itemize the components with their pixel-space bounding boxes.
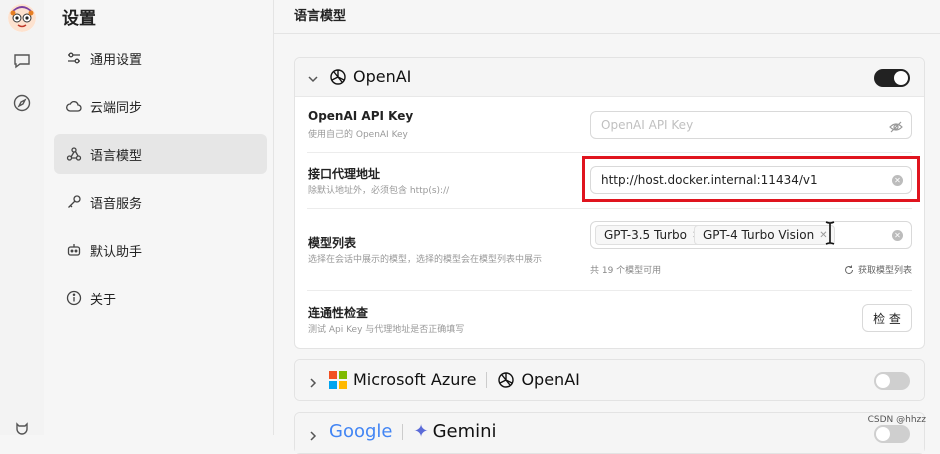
chevron-right-icon[interactable] [307,427,319,441]
divider [274,33,940,34]
model-tag[interactable]: GPT-4 Turbo Vision ✕ [694,225,835,245]
model-tag-label: GPT-3.5 Turbo [604,228,687,242]
sidebar-item-label: 默认助手 [90,244,143,260]
sidebar-item-cloud-sync[interactable]: 云端同步 [54,86,267,126]
cloud-icon [66,98,82,114]
model-tag-label: GPT-4 Turbo Vision [703,228,815,242]
model-list-label: 模型列表 [308,236,357,250]
proxy-label: 接口代理地址 [308,167,381,181]
api-key-input[interactable]: OpenAI API Key [590,111,912,139]
fetch-models-label: 获取模型列表 [857,266,912,276]
api-key-desc: 使用自己的 OpenAI Key [308,130,408,140]
page-title: 语言模型 [294,9,347,24]
watermark: CSDN @hhzz [867,415,926,425]
connectivity-label: 连通性检查 [308,306,369,320]
connectivity-desc: 测试 Api Key 与代理地址是否正确填写 [308,325,465,335]
bot-icon [66,242,82,258]
sliders-icon [66,50,82,66]
openai-name: OpenAI [353,67,412,86]
divider [307,208,912,209]
azure-name: Microsoft Azure [353,370,477,389]
azure-card-header[interactable]: Microsoft Azure OpenAI [295,360,924,400]
azure-secondary: OpenAI [521,370,580,389]
compass-icon[interactable] [13,94,31,112]
openai-logo-icon [498,371,515,388]
icon-rail [0,0,45,435]
google-secondary: Gemini [432,421,497,442]
google-card-header[interactable]: Google ✦ Gemini [295,413,924,453]
sidebar-item-default-assistant[interactable]: 默认助手 [54,230,267,270]
fetch-models-button[interactable]: 获取模型列表 [844,263,912,276]
sidebar-item-label: 云端同步 [90,100,143,116]
clear-icon[interactable]: ✕ [892,175,903,186]
eye-off-icon[interactable] [889,119,903,133]
sidebar-item-label: 通用设置 [90,52,143,68]
sidebar-item-about[interactable]: 关于 [54,278,267,318]
check-button[interactable]: 检 查 [862,304,912,332]
sidebar-item-voice-service[interactable]: 语音服务 [54,182,267,222]
chevron-down-icon[interactable] [307,70,319,83]
api-key-label: OpenAI API Key [308,109,414,123]
openai-enable-toggle[interactable] [874,69,910,87]
sidebar-item-label: 关于 [90,292,117,308]
divider [402,423,404,440]
chat-icon[interactable] [13,52,31,70]
gemini-icon: ✦ [413,421,429,442]
webhook-icon [66,146,82,162]
openai-brand: OpenAI [329,67,411,86]
main-panel: 语言模型 OpenAI OpenAI API Key 使用自己的 OpenAI … [274,0,940,454]
sidebar-item-language-model[interactable]: 语言模型 [54,134,267,174]
refresh-icon [845,265,853,274]
divider [307,152,912,153]
sidebar-title: 设置 [62,9,96,29]
azure-enable-toggle[interactable] [874,372,910,390]
key-icon [66,194,82,210]
proxy-desc: 除默认地址外，必须包含 http(s):// [308,186,450,196]
google-enable-toggle[interactable] [874,425,910,443]
azure-brand: Microsoft Azure OpenAI [329,370,580,389]
model-select[interactable]: GPT-3.5 Turbo ✕ GPT-4 Turbo Vision ✕ ✕ [590,221,912,249]
sidebar-item-label: 语音服务 [90,196,143,212]
sidebar-item-label: 语言模型 [90,148,143,164]
text-cursor-icon [825,221,835,245]
proxy-url-value: http://host.docker.internal:11434/v1 [601,173,818,187]
google-name: Google [329,421,393,442]
model-count: 共 19 个模型可用 [590,266,662,276]
toggle-knob [894,71,908,85]
github-icon[interactable] [13,420,31,438]
toggle-knob [876,427,890,441]
settings-sidebar: 设置 通用设置 云端同步 语言模型 语音服务 默认助手 关于 [44,0,274,435]
clear-icon[interactable]: ✕ [892,230,903,241]
microsoft-logo-icon [329,370,347,389]
model-list-desc: 选择在会话中展示的模型，选择的模型会在模型列表中展示 [308,255,543,265]
divider [486,371,488,388]
openai-card-header[interactable]: OpenAI [295,58,924,97]
info-icon [66,290,82,306]
divider [307,290,912,291]
google-provider-card: Google ✦ Gemini [294,412,925,454]
proxy-url-input[interactable]: http://host.docker.internal:11434/v1 ✕ [590,166,912,194]
toggle-knob [876,374,890,388]
openai-logo-icon [330,68,346,85]
google-brand: Google ✦ Gemini [329,421,497,442]
model-tag[interactable]: GPT-3.5 Turbo ✕ [595,225,708,245]
chevron-right-icon[interactable] [307,374,319,388]
api-key-placeholder: OpenAI API Key [601,118,694,132]
openai-provider-card: OpenAI OpenAI API Key 使用自己的 OpenAI Key O… [294,57,925,349]
avatar[interactable] [8,4,36,32]
sidebar-item-general[interactable]: 通用设置 [54,38,267,78]
azure-provider-card: Microsoft Azure OpenAI [294,359,925,401]
